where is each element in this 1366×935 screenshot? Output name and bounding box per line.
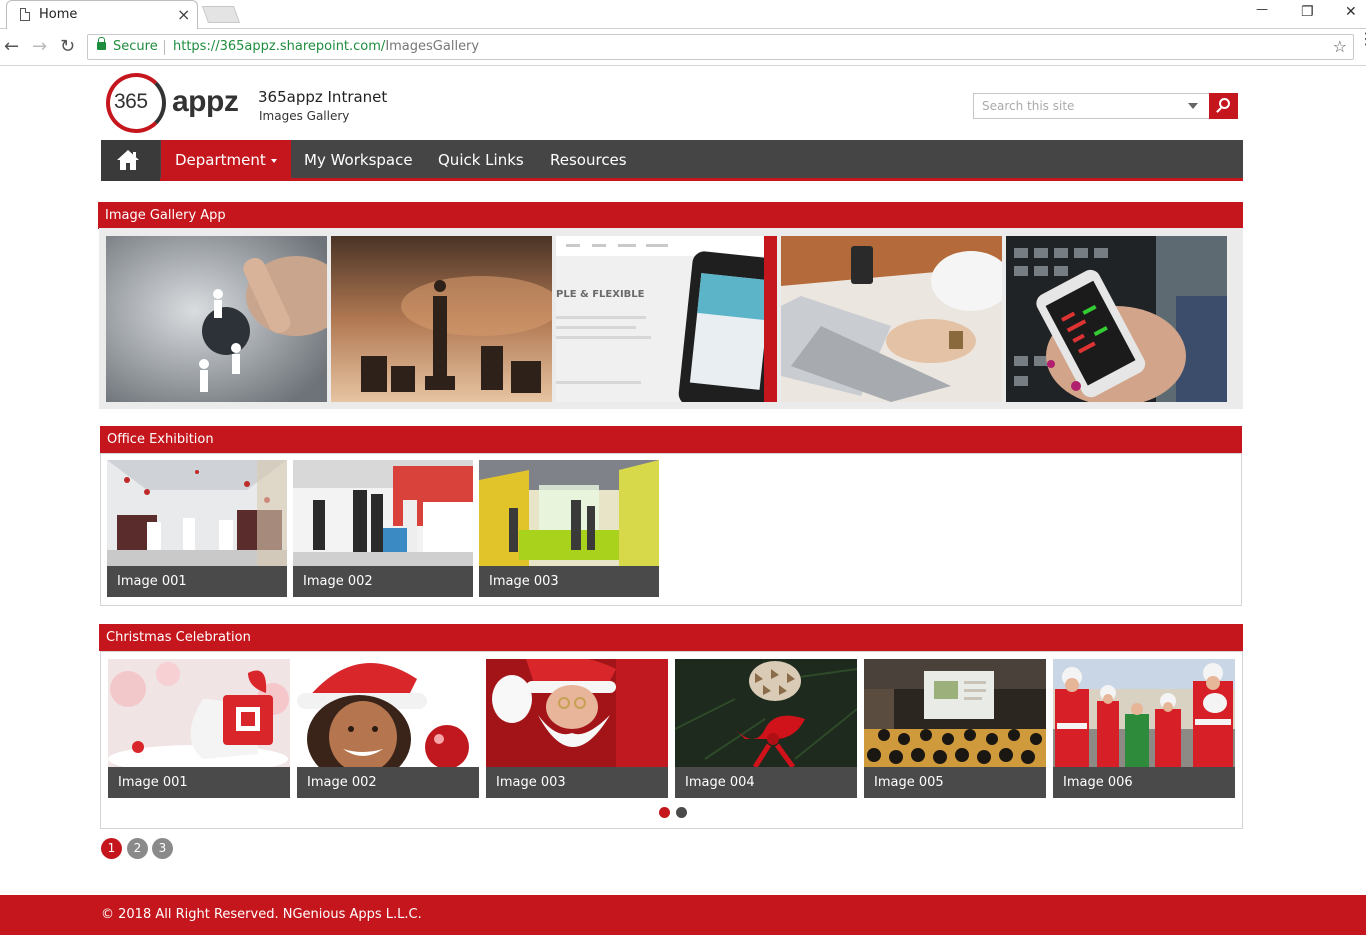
pinecone-ribbon-image <box>675 659 857 767</box>
section-header-christmas: Christmas Celebration <box>99 624 1243 651</box>
bookmark-star-icon[interactable]: ☆ <box>1333 37 1347 56</box>
copyright-text: © 2018 All Right Reserved. NGenious Apps… <box>101 907 422 922</box>
image-caption: Image 003 <box>479 566 659 597</box>
site-logo[interactable]: 365 appz <box>106 73 246 135</box>
address-bar[interactable]: Secure https://365appz.sharepoint.com/Im… <box>87 34 1354 60</box>
gallery-photo[interactable] <box>781 236 1002 402</box>
page-icon <box>20 8 30 21</box>
santa-hat-girl-image <box>297 659 479 767</box>
restore-icon[interactable]: ❐ <box>1301 4 1314 20</box>
gallery-photo[interactable] <box>331 236 552 402</box>
santa-claus-image <box>486 659 668 767</box>
gallery-photo[interactable] <box>1006 236 1227 402</box>
search-scope-dropdown-icon[interactable] <box>1188 103 1198 109</box>
image-tile[interactable]: Image 004 <box>675 659 857 798</box>
chess-image <box>331 236 552 402</box>
gallery-photo[interactable] <box>106 236 327 402</box>
url-text[interactable]: https://365appz.sharepoint.com/ImagesGal… <box>173 39 479 54</box>
presentation-hall-image <box>864 659 1046 767</box>
site-subtitle: Images Gallery <box>259 109 350 123</box>
home-button[interactable] <box>101 140 160 181</box>
exhibition-image <box>107 460 287 566</box>
carousel-dot-2[interactable] <box>676 807 687 818</box>
nav-item-quick-links[interactable]: Quick Links <box>438 140 524 181</box>
santa-parade-image <box>1053 659 1235 767</box>
site-title[interactable]: 365appz Intranet <box>258 88 387 106</box>
browser-menu-icon[interactable]: ⋮ <box>1358 31 1366 47</box>
home-icon <box>117 150 139 170</box>
browser-tab-strip: Home × — ❐ ✕ <box>0 0 1366 29</box>
url-host: https://365appz.sharepoint.com/ <box>173 39 386 54</box>
page-button-2[interactable]: 2 <box>127 838 148 859</box>
close-window-icon[interactable]: ✕ <box>1345 4 1357 20</box>
image-caption: Image 006 <box>1053 767 1235 798</box>
business-hand-image <box>106 236 327 402</box>
nav-item-resources[interactable]: Resources <box>550 140 627 181</box>
image-caption: Image 001 <box>107 566 287 597</box>
page-button-1[interactable]: 1 <box>101 838 122 859</box>
image-caption: Image 005 <box>864 767 1046 798</box>
tab-title: Home <box>39 7 78 22</box>
reload-icon[interactable]: ↻ <box>60 36 75 57</box>
minimize-icon[interactable]: — <box>1256 2 1268 16</box>
image-caption: Image 002 <box>297 767 479 798</box>
nav-item-department[interactable]: Department <box>161 140 291 181</box>
section-header-gallery-app: Image Gallery App <box>98 202 1243 229</box>
page-button-3[interactable]: 3 <box>152 838 173 859</box>
logo-number: 365 <box>114 90 148 113</box>
gallery-photo[interactable]: PLE & FLEXIBLE <box>556 236 777 402</box>
secure-label: Secure <box>113 39 158 54</box>
address-toolbar: ← → ↻ Secure https://365appz.sharepoint.… <box>0 29 1366 66</box>
footer: © 2018 All Right Reserved. NGenious Apps… <box>0 895 1366 935</box>
image-tile[interactable]: Image 002 <box>297 659 479 798</box>
search-button[interactable] <box>1209 93 1238 119</box>
top-navigation: Department My Workspace Quick Links Reso… <box>101 140 1243 181</box>
image-tile[interactable]: Image 003 <box>479 460 659 597</box>
image-tile[interactable]: Image 001 <box>107 460 287 597</box>
responsive-phone-image: PLE & FLEXIBLE <box>556 236 777 402</box>
section-header-office-exhibition: Office Exhibition <box>100 426 1242 453</box>
image-tile[interactable]: Image 001 <box>108 659 290 798</box>
image-caption: Image 004 <box>675 767 857 798</box>
carousel-dot-1[interactable] <box>659 807 670 818</box>
nav-item-label: Department <box>175 151 266 169</box>
dropdown-caret-icon <box>270 158 277 163</box>
exhibition-image <box>293 460 473 566</box>
image-caption: Image 001 <box>108 767 290 798</box>
url-path: ImagesGallery <box>385 39 480 54</box>
nav-item-my-workspace[interactable]: My Workspace <box>304 140 413 181</box>
laptop-typing-image <box>781 236 1002 402</box>
image-caption: Image 003 <box>486 767 668 798</box>
image-tile[interactable]: Image 003 <box>486 659 668 798</box>
new-tab-button[interactable] <box>201 6 241 23</box>
exhibition-image <box>479 460 659 566</box>
browser-tab[interactable]: Home × <box>6 0 198 29</box>
image-tile[interactable]: Image 002 <box>293 460 473 597</box>
logo-word: appz <box>172 85 239 118</box>
search-input[interactable] <box>974 94 1180 118</box>
image-tile[interactable]: Image 005 <box>864 659 1046 798</box>
back-icon[interactable]: ← <box>4 36 19 57</box>
image-caption: Image 002 <box>293 566 473 597</box>
forward-icon[interactable]: → <box>32 36 47 57</box>
christmas-gift-bag-image <box>108 659 290 767</box>
phone-keyboard-image <box>1006 236 1227 402</box>
lock-icon <box>97 37 106 50</box>
svg-text:PLE & FLEXIBLE: PLE & FLEXIBLE <box>556 289 645 300</box>
omnibox-divider <box>164 40 165 55</box>
tab-close-icon[interactable]: × <box>177 5 190 24</box>
site-search <box>973 93 1210 119</box>
image-tile[interactable]: Image 006 <box>1053 659 1235 798</box>
search-icon-handle <box>1216 107 1222 113</box>
